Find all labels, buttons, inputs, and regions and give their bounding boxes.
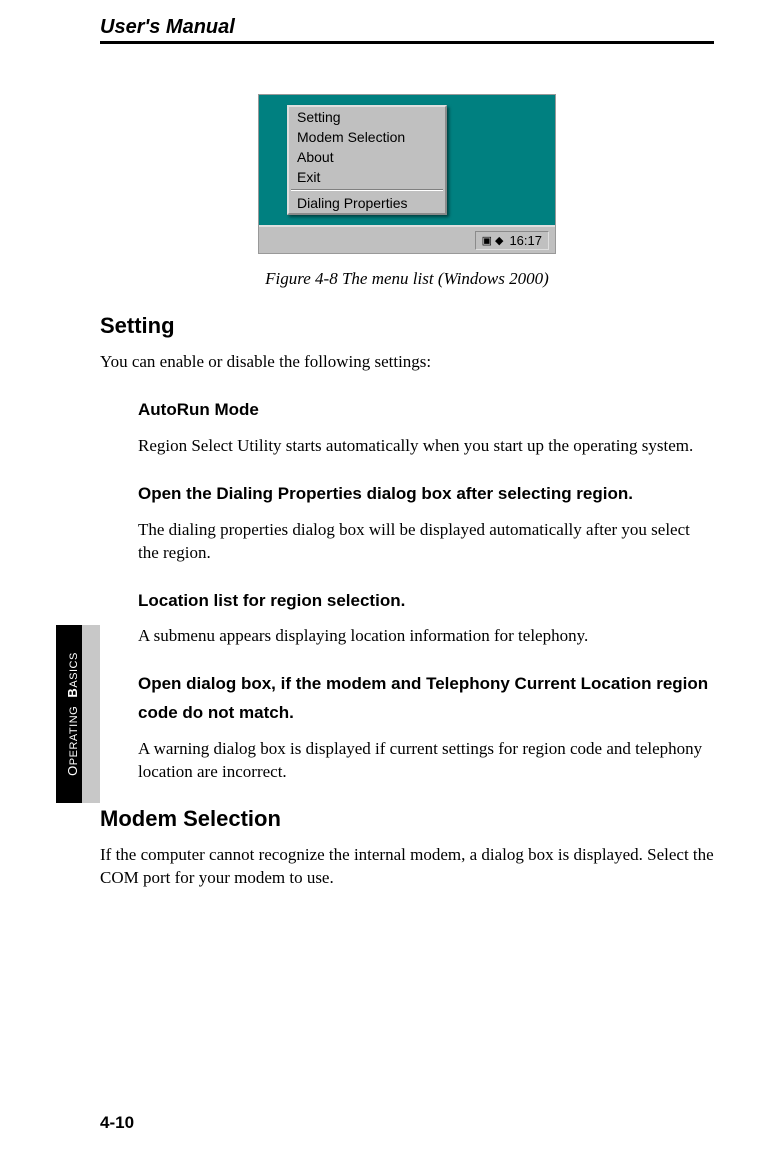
- menu-item-about[interactable]: About: [289, 147, 445, 167]
- sub-text-dialing: The dialing properties dialog box will b…: [138, 519, 714, 565]
- tray-icon-1: ▣: [482, 234, 492, 247]
- tray-icons: ▣ ◆: [482, 234, 504, 247]
- menu-item-exit[interactable]: Exit: [289, 167, 445, 187]
- modem-selection-text: If the computer cannot recognize the int…: [100, 844, 714, 890]
- menu-item-modem-selection[interactable]: Modem Selection: [289, 127, 445, 147]
- page-number: 4-10: [100, 1113, 134, 1133]
- sub-heading-dialing: Open the Dialing Properties dialog box a…: [138, 480, 714, 509]
- clock-text: 16:17: [509, 233, 542, 248]
- sub-text-mismatch: A warning dialog box is displayed if cur…: [138, 738, 714, 784]
- tray-icon-2: ◆: [495, 234, 503, 247]
- figure-caption: Figure 4-8 The menu list (Windows 2000): [100, 269, 714, 289]
- side-tab-word2-prefix: B: [65, 688, 80, 698]
- system-tray: ▣ ◆ 16:17: [475, 231, 549, 250]
- menu-divider: [291, 189, 443, 191]
- sub-heading-autorun: AutoRun Mode: [138, 396, 714, 425]
- page-header-title: User's Manual: [100, 16, 714, 44]
- menu-screenshot: Setting Modem Selection About Exit Diali…: [258, 94, 556, 254]
- context-menu: Setting Modem Selection About Exit Diali…: [287, 105, 447, 215]
- setting-intro-text: You can enable or disable the following …: [100, 351, 714, 374]
- side-tab-word2: ASICS: [68, 652, 80, 688]
- menu-item-dialing-properties[interactable]: Dialing Properties: [289, 193, 445, 213]
- section-heading-setting: Setting: [100, 313, 714, 339]
- sub-text-autorun: Region Select Utility starts automatical…: [138, 435, 714, 458]
- side-tab-word1: PERATING: [68, 706, 80, 765]
- menu-item-setting[interactable]: Setting: [289, 107, 445, 127]
- sub-block-autorun: AutoRun Mode Region Select Utility start…: [138, 396, 714, 784]
- side-tab-word1-prefix: O: [65, 765, 80, 776]
- sub-heading-mismatch: Open dialog box, if the modem and Teleph…: [138, 670, 714, 728]
- sub-heading-location: Location list for region selection.: [138, 587, 714, 616]
- figure-container: Setting Modem Selection About Exit Diali…: [100, 94, 714, 289]
- side-tab-text: OPERATING BASICS: [59, 625, 85, 803]
- taskbar: ▣ ◆ 16:17: [259, 225, 555, 253]
- sub-text-location: A submenu appears displaying location in…: [138, 625, 714, 648]
- section-heading-modem-selection: Modem Selection: [100, 806, 714, 832]
